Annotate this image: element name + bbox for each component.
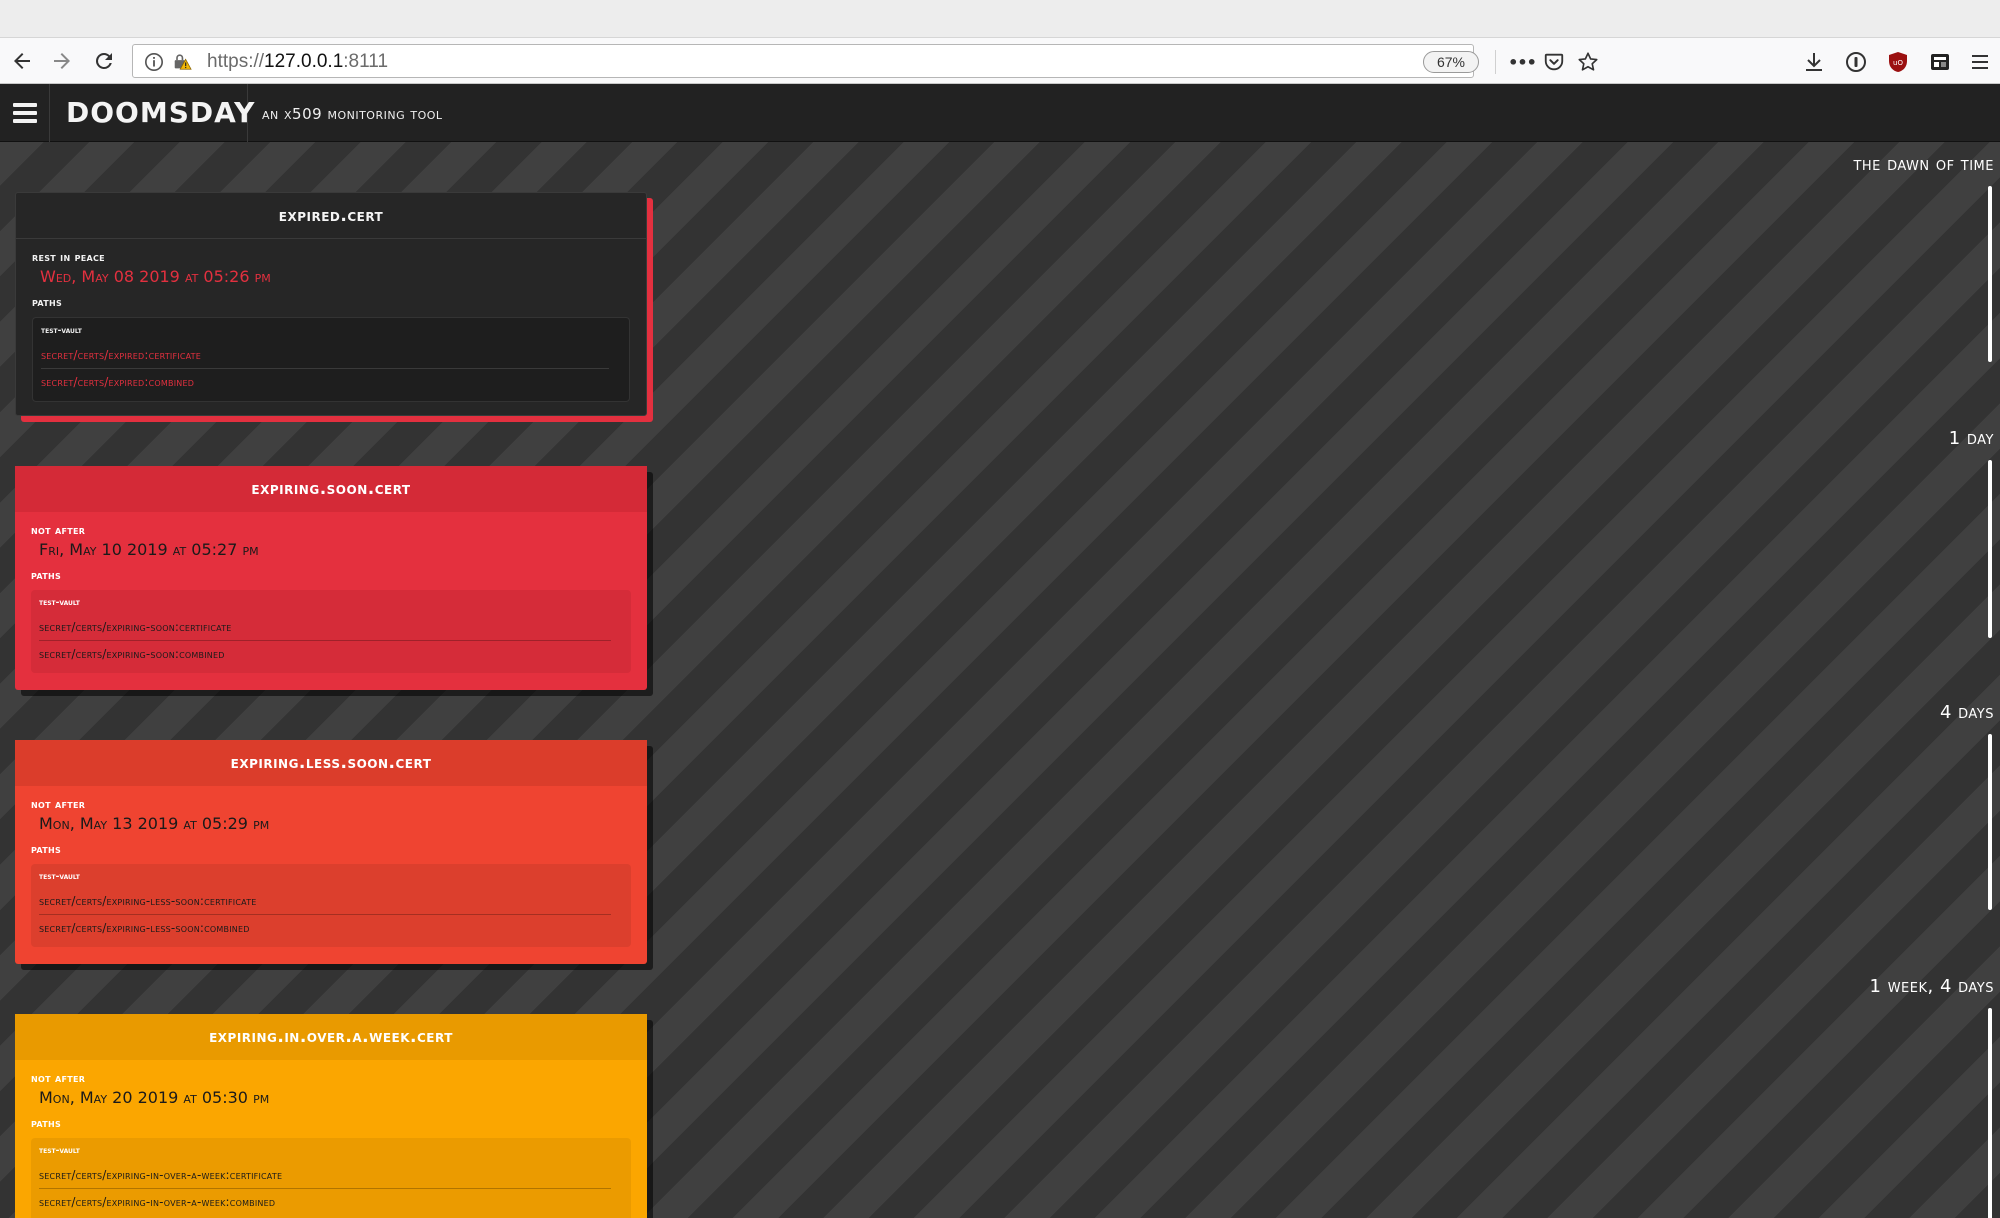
timeline-label-1-day: 1 day xyxy=(1948,428,1994,449)
forward-button[interactable] xyxy=(48,47,76,75)
cert-paths-box: test-vault secret/certs/expired:certific… xyxy=(32,317,630,402)
cert-path: secret/certs/expiring-in-over-a-week:cer… xyxy=(39,1162,611,1189)
cert-paths-box: test-vault secret/certs/expiring-soon:ce… xyxy=(31,590,631,673)
url-text[interactable]: https://127.0.0.1:8111 xyxy=(207,50,388,74)
reload-button[interactable] xyxy=(90,47,118,75)
browser-toolbar: https://127.0.0.1:8111 67% ••• uO xyxy=(0,38,2000,84)
timeline-label-dawn: the dawn of time xyxy=(1853,154,1994,175)
cert-path: secret/certs/expiring-soon:combined xyxy=(39,647,225,661)
cert-paths-label: paths xyxy=(31,569,62,582)
cert-name: expiring.less.soon.cert xyxy=(15,740,647,786)
cert-date-label: not after xyxy=(31,524,86,537)
timeline-segment xyxy=(1988,460,1992,638)
reload-icon xyxy=(96,53,112,69)
cert-date-label: rest in peace xyxy=(32,251,105,264)
cert-card-expiring-soon[interactable]: expiring.soon.cert not after Fri, May 10… xyxy=(15,466,647,690)
timeline-segment xyxy=(1988,186,1992,362)
svg-text:uO: uO xyxy=(1893,59,1903,67)
star-icon xyxy=(1578,52,1598,71)
cert-paths-box: test-vault secret/certs/expiring-less-so… xyxy=(31,864,631,947)
insecure-lock-icon[interactable] xyxy=(171,51,193,73)
timeline-segment xyxy=(1988,734,1992,910)
ublock-button[interactable]: uO xyxy=(1884,48,1912,76)
timeline-label-1-week-4-days: 1 week, 4 days xyxy=(1869,976,1994,997)
cert-path: secret/certs/expiring-less-soon:certific… xyxy=(39,888,611,915)
bookmark-button[interactable] xyxy=(1575,50,1601,74)
page-actions-button[interactable]: ••• xyxy=(1508,50,1537,74)
cert-date: Fri, May 10 2019 at 05:27 pm xyxy=(39,540,259,559)
cert-path: secret/certs/expiring-soon:certificate xyxy=(39,614,611,641)
sidebar-toggle-button[interactable] xyxy=(0,84,50,142)
back-button[interactable] xyxy=(8,47,36,75)
cert-date: Mon, May 13 2019 at 05:29 pm xyxy=(39,814,270,833)
cert-path: secret/certs/expired:certificate xyxy=(41,342,609,369)
cert-date: Mon, May 20 2019 at 05:30 pm xyxy=(39,1088,270,1107)
cert-name: expiring.soon.cert xyxy=(15,466,647,512)
url-scheme: https:// xyxy=(207,51,265,72)
menu-button[interactable] xyxy=(1966,48,1994,76)
vault-name: test-vault xyxy=(39,598,80,608)
browser-tab-strip xyxy=(0,0,2000,38)
cert-path: secret/certs/expiring-in-over-a-week:com… xyxy=(39,1195,276,1209)
url-host: 127.0.0.1 xyxy=(264,51,344,72)
cert-date-label: not after xyxy=(31,1072,86,1085)
vault-name: test-vault xyxy=(39,1146,80,1156)
downloads-button[interactable] xyxy=(1800,48,1828,76)
zoom-indicator[interactable]: 67% xyxy=(1423,51,1479,73)
cert-card-expired[interactable]: expired.cert rest in peace Wed, May 08 2… xyxy=(15,192,647,416)
cert-paths-label: paths xyxy=(31,843,62,856)
extension-icon xyxy=(1931,54,1949,70)
cert-paths-label: paths xyxy=(32,296,63,309)
info-icon[interactable] xyxy=(143,51,165,73)
arrow-left-icon xyxy=(14,53,30,69)
arrow-right-icon xyxy=(54,53,70,69)
hamburger-menu-icon xyxy=(1972,55,1988,69)
main-content: the dawn of time 1 day 4 days 1 week, 4 … xyxy=(0,142,2000,1218)
extension-button[interactable] xyxy=(1926,48,1954,76)
app-header: DOOMSDAY an x509 monitoring tool xyxy=(0,84,2000,142)
cert-date: Wed, May 08 2019 at 05:26 pm xyxy=(40,267,271,286)
shield-icon: uO xyxy=(1889,52,1907,72)
cert-name: expiring.in.over.a.week.cert xyxy=(15,1014,647,1060)
hamburger-icon xyxy=(12,99,37,127)
url-bar[interactable]: https://127.0.0.1:8111 67% ••• xyxy=(132,44,1598,78)
cert-date-label: not after xyxy=(31,798,86,811)
app-tagline: an x509 monitoring tool xyxy=(262,105,443,123)
url-separator xyxy=(1495,50,1496,74)
circle-info-icon xyxy=(1846,52,1866,72)
pocket-button[interactable] xyxy=(1541,50,1567,74)
cert-path: secret/certs/expired:combined xyxy=(41,375,195,389)
app-title: DOOMSDAY xyxy=(50,84,254,142)
cert-path: secret/certs/expiring-less-soon:combined xyxy=(39,921,250,935)
timeline-segment xyxy=(1988,1008,1992,1218)
cert-card-expiring-less-soon[interactable]: expiring.less.soon.cert not after Mon, M… xyxy=(15,740,647,964)
extension-info-button[interactable] xyxy=(1842,48,1870,76)
vault-name: test-vault xyxy=(41,326,82,336)
pocket-icon xyxy=(1544,53,1564,71)
cert-paths-label: paths xyxy=(31,1117,62,1130)
cert-paths-box: test-vault secret/certs/expiring-in-over… xyxy=(31,1138,631,1218)
vault-name: test-vault xyxy=(39,872,80,882)
download-icon xyxy=(1806,53,1822,71)
cert-card-expiring-in-over-a-week[interactable]: expiring.in.over.a.week.cert not after M… xyxy=(15,1014,647,1218)
cert-name: expired.cert xyxy=(16,193,646,239)
timeline-label-4-days: 4 days xyxy=(1939,702,1994,723)
url-port: :8111 xyxy=(343,51,389,72)
